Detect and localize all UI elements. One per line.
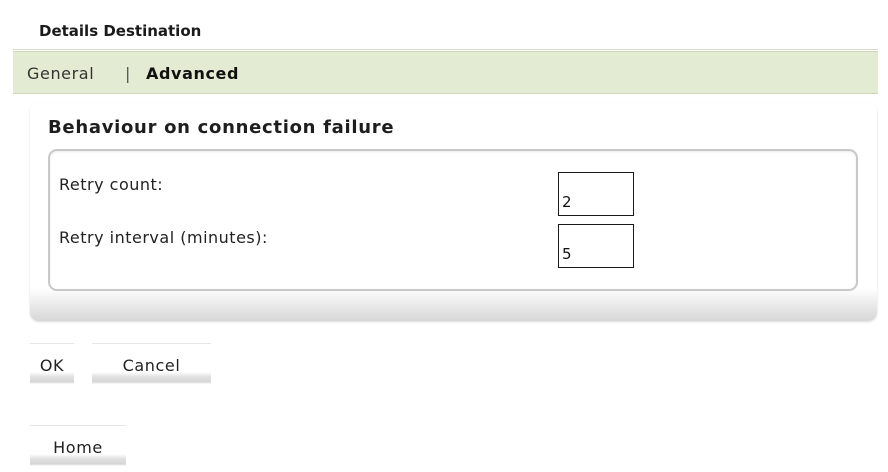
ok-button[interactable]: OK	[30, 343, 74, 387]
section-title: Behaviour on connection failure	[48, 117, 395, 138]
ok-button-label: OK	[39, 356, 65, 375]
retry-count-label: Retry count:	[59, 175, 164, 194]
tab-separator: |	[125, 64, 131, 83]
tab-advanced[interactable]: Advanced	[146, 64, 239, 83]
retry-count-input[interactable]	[558, 172, 634, 216]
page-header: Details Destination	[13, 5, 878, 50]
retry-interval-label: Retry interval (minutes):	[59, 228, 268, 247]
connection-failure-section: Behaviour on connection failure Retry co…	[30, 103, 877, 321]
cancel-button[interactable]: Cancel	[92, 343, 211, 387]
details-destination-page: Details Destination General | Advanced B…	[0, 0, 888, 472]
home-button[interactable]: Home	[30, 425, 126, 469]
home-button-label: Home	[53, 438, 103, 457]
retry-interval-input[interactable]	[558, 224, 634, 268]
tab-general[interactable]: General	[27, 64, 94, 83]
tab-bar: General | Advanced	[13, 51, 878, 94]
page-title: Details Destination	[39, 22, 202, 40]
cancel-button-label: Cancel	[122, 356, 181, 375]
retry-settings-fieldset: Retry count: Retry interval (minutes):	[48, 149, 858, 291]
